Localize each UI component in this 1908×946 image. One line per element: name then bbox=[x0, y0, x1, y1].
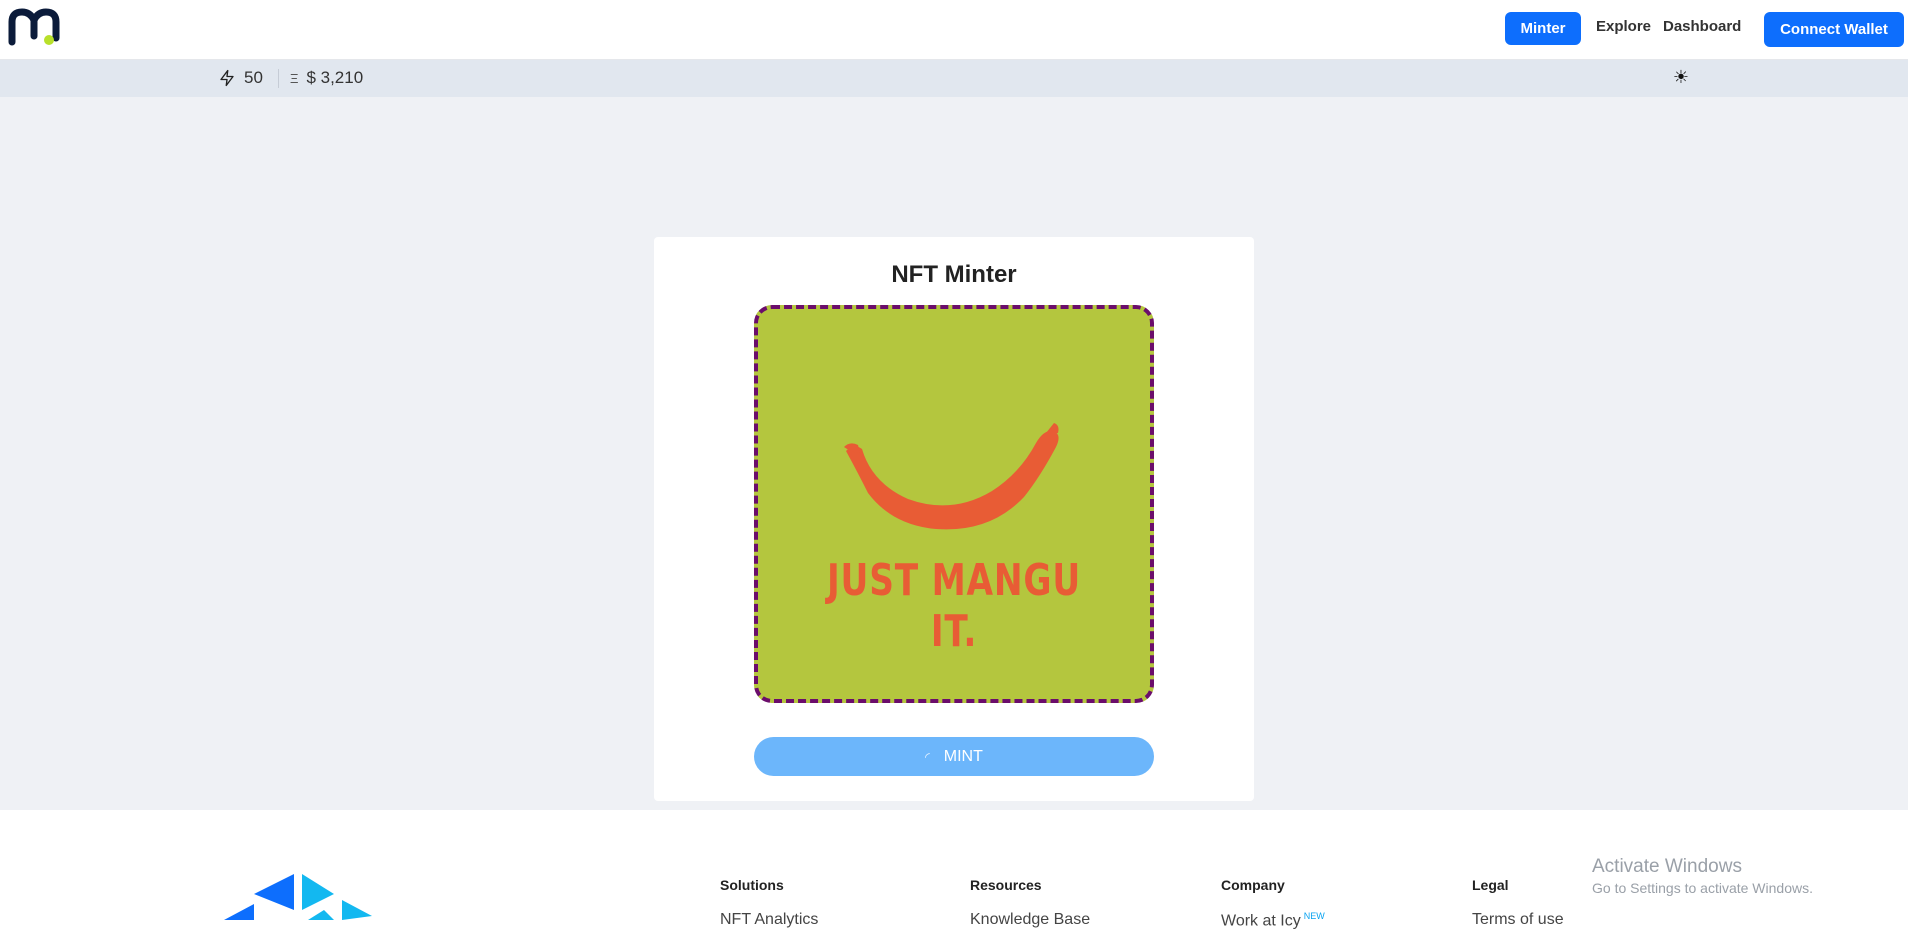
footer-link-nft-analytics[interactable]: NFT Analytics bbox=[720, 911, 818, 929]
top-navbar: Minter Explore Dashboard Connect Wallet bbox=[0, 0, 1908, 60]
gas-value: 50 bbox=[244, 68, 263, 87]
icy-logo-icon[interactable] bbox=[224, 874, 372, 924]
footer-link-terms-of-use[interactable]: Terms of use bbox=[1472, 911, 1564, 929]
footer-column-title: Company bbox=[1221, 877, 1285, 893]
footer-column-company: Company Work at Icy NEW bbox=[1221, 877, 1325, 930]
footer-column-resources: Resources Knowledge Base bbox=[970, 877, 1090, 929]
activate-windows-watermark: Activate Windows Go to Settings to activ… bbox=[1592, 856, 1813, 896]
nft-image-dropzone[interactable]: JUST MANGU IT. bbox=[754, 305, 1154, 703]
nav-explore-link[interactable]: Explore bbox=[1596, 18, 1651, 35]
stats-bar: 50 Ξ $ 3,210 bbox=[0, 60, 1908, 97]
nav-dashboard-link[interactable]: Dashboard bbox=[1663, 18, 1741, 35]
footer-column-legal: Legal Terms of use bbox=[1472, 877, 1564, 929]
footer-link-knowledge-base[interactable]: Knowledge Base bbox=[970, 911, 1090, 929]
connect-wallet-button[interactable]: Connect Wallet bbox=[1764, 12, 1904, 47]
mint-button[interactable]: ◜ MINT bbox=[754, 737, 1154, 776]
footer-column-title: Resources bbox=[970, 877, 1042, 893]
footer-link-label: Work at Icy bbox=[1221, 912, 1301, 930]
footer-column-title: Solutions bbox=[720, 877, 784, 893]
m-logo-icon[interactable] bbox=[8, 8, 60, 48]
footer-column-solutions: Solutions NFT Analytics bbox=[720, 877, 818, 929]
watermark-title: Activate Windows bbox=[1592, 856, 1742, 877]
nft-minter-card: NFT Minter JUST MANGU IT. ◜ MINT bbox=[654, 237, 1254, 801]
eth-price-indicator: Ξ $ 3,210 bbox=[290, 68, 363, 88]
sun-icon[interactable]: ☀ bbox=[1670, 66, 1692, 88]
nav-minter-button[interactable]: Minter bbox=[1505, 12, 1581, 45]
footer-link-work-at-icy[interactable]: Work at Icy NEW bbox=[1221, 911, 1325, 930]
eth-icon: Ξ bbox=[290, 70, 299, 86]
spinner-icon: ◜ bbox=[925, 749, 930, 764]
new-badge: NEW bbox=[1303, 911, 1325, 921]
page-title: NFT Minter bbox=[891, 261, 1017, 288]
footer-column-title: Legal bbox=[1472, 877, 1509, 893]
watermark-subtitle: Go to Settings to activate Windows. bbox=[1592, 880, 1813, 896]
gas-indicator: 50 bbox=[218, 68, 263, 88]
stats-divider bbox=[278, 69, 279, 88]
lightning-icon bbox=[220, 69, 234, 87]
eth-price-value: $ 3,210 bbox=[306, 68, 364, 87]
nft-slogan-text: JUST MANGU IT. bbox=[826, 555, 1081, 657]
mint-button-label: MINT bbox=[943, 747, 983, 765]
banana-image bbox=[844, 423, 1059, 530]
